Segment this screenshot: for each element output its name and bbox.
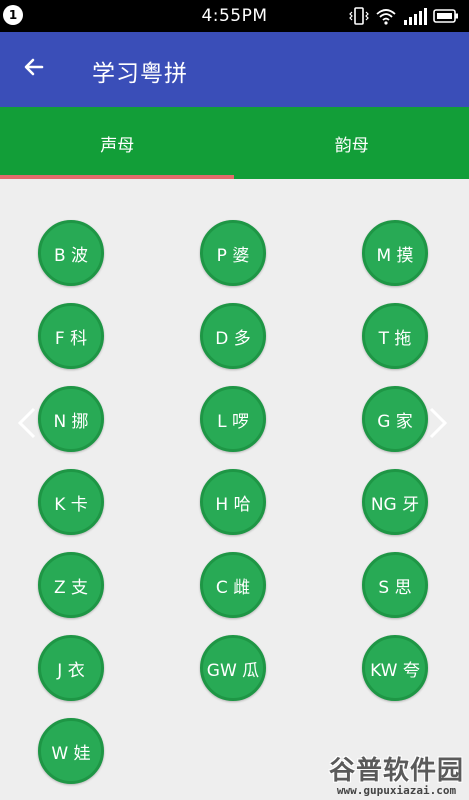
status-icons xyxy=(349,6,461,26)
pager-right-button[interactable] xyxy=(429,407,448,439)
tab-bar: 声母 韵母 xyxy=(0,107,469,179)
initial-button[interactable]: F 科 xyxy=(38,303,104,369)
initial-button[interactable]: T 拖 xyxy=(362,303,428,369)
battery-icon xyxy=(433,6,459,30)
back-button[interactable] xyxy=(14,49,54,89)
watermark: 谷普软件园 www.gupuxiazai.com xyxy=(324,750,469,800)
page-title: 学习粤拼 xyxy=(92,61,188,87)
initials-grid: B 波 P 婆 M 摸 F 科 D 多 T 拖 N 挪 L 啰 G 家 K 卡 H 哈 NG 牙 Z 支… xyxy=(0,179,469,800)
initial-button[interactable]: P 婆 xyxy=(200,220,266,286)
initial-button[interactable]: KW 夸 xyxy=(362,635,428,701)
initial-button[interactable]: W 娃 xyxy=(38,718,104,784)
vibrate-icon xyxy=(349,6,369,30)
initial-button[interactable]: K 卡 xyxy=(38,469,104,535)
initial-button[interactable]: B 波 xyxy=(38,220,104,286)
initial-button[interactable]: G 家 xyxy=(362,386,428,452)
initial-button[interactable]: H 哈 xyxy=(200,469,266,535)
tab-initials[interactable]: 声母 xyxy=(0,107,235,179)
pager-left-button[interactable] xyxy=(17,407,36,439)
initial-button[interactable]: D 多 xyxy=(200,303,266,369)
watermark-url: www.gupuxiazai.com xyxy=(336,784,457,797)
initial-button[interactable]: J 衣 xyxy=(38,635,104,701)
initial-button[interactable]: Z 支 xyxy=(38,552,104,618)
initial-button[interactable]: L 啰 xyxy=(200,386,266,452)
initial-button[interactable]: C 雌 xyxy=(200,552,266,618)
initial-button[interactable]: M 摸 xyxy=(362,220,428,286)
initial-button[interactable]: GW 瓜 xyxy=(200,635,266,701)
chevron-left-icon xyxy=(17,407,36,443)
chevron-right-icon xyxy=(429,407,448,443)
app-bar: 学习粤拼 xyxy=(0,32,469,107)
wifi-icon xyxy=(375,6,397,30)
watermark-text: 谷普软件园 xyxy=(328,756,464,786)
initial-button[interactable]: N 挪 xyxy=(38,386,104,452)
initial-button[interactable]: NG 牙 xyxy=(362,469,428,535)
signal-icon xyxy=(403,6,429,30)
back-arrow-icon xyxy=(22,55,46,83)
tab-finals[interactable]: 韵母 xyxy=(235,107,469,179)
initial-button[interactable]: S 思 xyxy=(362,552,428,618)
status-bar: 1 4:55PM xyxy=(0,0,469,32)
